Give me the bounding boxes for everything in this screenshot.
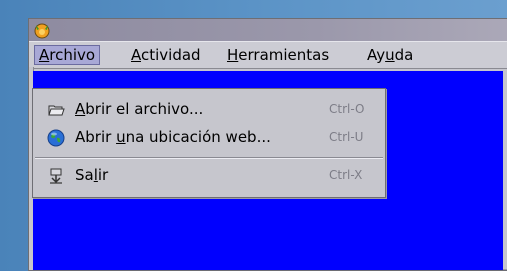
menu-mnemonic: A <box>131 46 141 64</box>
menuitem-shortcut: Ctrl-U <box>329 130 364 144</box>
menu-mnemonic: u <box>385 46 395 64</box>
menuitem-shortcut: Ctrl-O <box>329 102 365 116</box>
menu-mnemonic: A <box>39 46 50 64</box>
menuitem-abrir-ubicacion-web[interactable]: Abrir una ubicación web... Ctrl-U <box>33 125 385 151</box>
menu-archivo[interactable]: Archivo <box>34 45 101 65</box>
menuitem-label: Abrir una ubicación web... <box>75 128 271 146</box>
menu-label: Ay <box>367 46 386 64</box>
menu-mnemonic: H <box>227 46 239 64</box>
menu-label: rchivo <box>49 46 96 64</box>
menuitem-shortcut: Ctrl-X <box>329 168 363 182</box>
menuitem-label: Salir <box>75 166 109 184</box>
menuitem-salir[interactable]: Salir Ctrl-X <box>33 163 385 189</box>
menu-bar: Archivo Actividad Herramientas Ayuda <box>29 41 507 69</box>
menu-label: da <box>394 46 414 64</box>
menuitem-abrir-archivo[interactable]: Abrir el archivo... Ctrl-O <box>33 97 385 123</box>
globe-icon <box>47 129 65 147</box>
menu-label: erramientas <box>238 46 330 64</box>
menuitem-label: Abrir el archivo... <box>75 100 204 118</box>
folder-open-icon <box>48 105 65 116</box>
app-fox-icon <box>34 23 50 39</box>
menu-label: ctividad <box>141 46 201 64</box>
title-bar[interactable] <box>29 19 507 41</box>
menu-actividad[interactable]: Actividad <box>127 45 205 65</box>
menu-separator <box>35 157 383 159</box>
menu-ayuda[interactable]: Ayuda <box>363 45 417 65</box>
exit-icon <box>50 168 62 184</box>
menu-herramientas[interactable]: Herramientas <box>223 45 333 65</box>
archivo-dropdown-menu: Abrir el archivo... Ctrl-O Abrir una ubi… <box>32 88 386 198</box>
